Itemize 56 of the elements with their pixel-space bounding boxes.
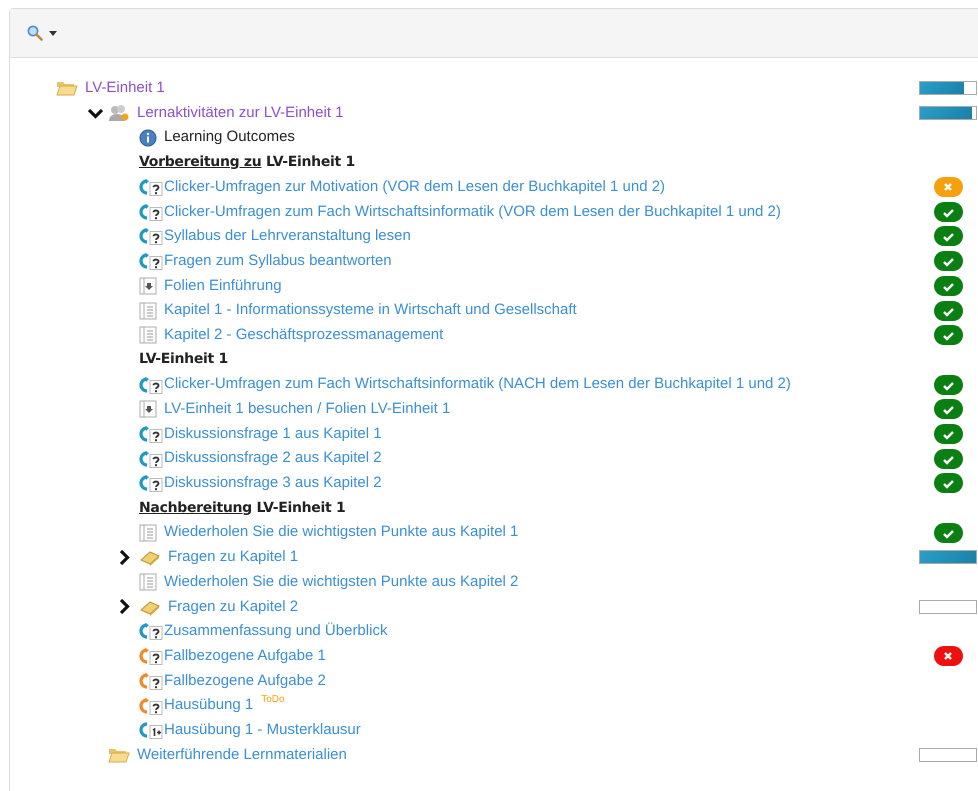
activity-link[interactable]: Diskussionsfrage 3 aus Kapitel 2 (164, 472, 382, 495)
question-icon (139, 672, 164, 690)
folder-icon (56, 79, 78, 98)
activity-link[interactable]: Clicker-Umfragen zum Fach Wirtschaftsinformatik (NACH dem Lesen der Buchkapitel 1 und 2) (164, 373, 791, 396)
section-heading: LV-Einheit 1 (139, 350, 228, 370)
question-icon (139, 450, 164, 468)
activity-link[interactable]: Kapitel 1 - Informationssysteme in Wirtschaft und Gesellschaft (164, 299, 577, 322)
file-download-icon (139, 400, 157, 418)
activity-link[interactable]: Clicker-Umfragen zum Fach Wirtschaftsinformatik (VOR dem Lesen der Buchkapitel 1 und 2) (164, 200, 781, 224)
activity-link[interactable]: Fallbezogene Aufgabe 1 (164, 644, 326, 668)
question-icon (139, 424, 164, 443)
activity-link[interactable]: Zusammenfassung und Überblick (164, 620, 388, 643)
section-heading: Vorbereitung zu LV-Einheit 1 (139, 152, 355, 172)
chevron-down-icon[interactable] (88, 108, 103, 119)
activity-link[interactable]: Kapitel 2 - Geschäftsprozessmanagement (164, 324, 444, 346)
activity-link[interactable]: Wiederholen Sie die wichtigsten Punkte aus Kapitel 1 (164, 521, 518, 544)
todo-tag: ToDo (261, 692, 285, 708)
activity-link[interactable]: Wiederholen Sie die wichtigsten Punkte aus Kapitel 2 (164, 570, 518, 594)
activity-link[interactable]: Folien Einführung (164, 274, 282, 298)
page-icon (139, 326, 157, 344)
caret-icon (49, 30, 57, 36)
question-icon (139, 227, 164, 246)
activity-link[interactable]: Syllabus der Lehrveranstaltung lesen (164, 225, 411, 248)
chevron-right-icon[interactable] (119, 550, 130, 565)
page-icon (139, 302, 157, 320)
people-icon (108, 104, 130, 122)
activity-link[interactable]: Fragen zu Kapitel 2 (168, 596, 298, 618)
question-icon (139, 376, 164, 394)
search-icon (27, 25, 43, 41)
question-icon (139, 252, 164, 270)
activity-link[interactable]: Lernaktivitäten zur LV-Einheit 1 (137, 102, 344, 124)
activity-link[interactable]: Fallbezogene Aufgabe 2 (164, 670, 326, 692)
question-icon (139, 202, 164, 221)
activity-link[interactable]: Hausübung 1 (164, 694, 254, 717)
activity-link[interactable]: Weiterführende Lernmaterialien (137, 744, 347, 766)
page-icon (139, 524, 157, 542)
activity-link[interactable]: Diskussionsfrage 2 aus Kapitel 2 (164, 447, 382, 470)
activity-link[interactable]: Hausübung 1 - Musterklausur (164, 718, 361, 742)
page-icon (139, 573, 157, 592)
chevron-right-icon[interactable] (119, 599, 130, 614)
activity-link[interactable]: Fragen zum Syllabus beantworten (164, 250, 392, 272)
question-icon (139, 622, 164, 640)
activity-link[interactable]: Diskussionsfrage 1 aus Kapitel 1 (164, 422, 382, 446)
section-heading: Nachbereitung LV-Einheit 1 (139, 498, 346, 518)
file-download-icon (139, 276, 157, 295)
activity-link[interactable]: Clicker-Umfragen zur Motivation (VOR dem Lesen der Buchkapitel 1 und 2) (164, 176, 666, 198)
activity-link[interactable]: LV-Einheit 1 (85, 77, 165, 100)
exam-icon (139, 721, 164, 740)
info-icon (139, 128, 157, 147)
activity-link[interactable]: LV-Einheit 1 besuchen / Folien LV-Einheit 1 (164, 398, 450, 421)
activity-link[interactable]: Fragen zu Kapitel 1 (168, 546, 298, 569)
question-icon (139, 647, 164, 666)
question-icon (139, 474, 164, 492)
info-label: Learning Outcomes (164, 127, 295, 148)
question-icon (139, 178, 164, 196)
question-icon (139, 696, 164, 715)
